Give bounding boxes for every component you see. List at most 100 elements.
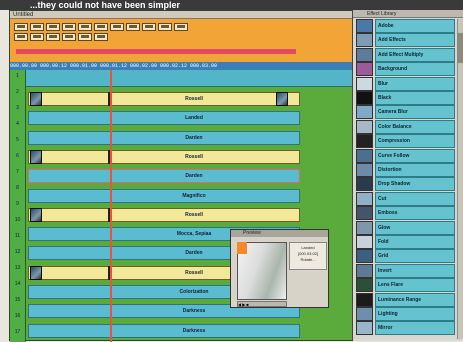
tool-icon: [97, 35, 105, 38]
effect-thumbnail-icon: [356, 220, 373, 235]
toolbar-tool-button[interactable]: [46, 23, 60, 31]
effect-library-item[interactable]: Emboss: [356, 206, 456, 221]
toolbar-tool-button[interactable]: [158, 23, 172, 31]
playhead[interactable]: [110, 70, 112, 342]
row-number: 7: [16, 169, 19, 175]
effect-library-item[interactable]: Color Balance: [356, 119, 456, 135]
effect-library-item-label: Blur: [375, 76, 455, 91]
timeline-window: Untitled 000.00.00 000.00.12 000.01.00 0…: [9, 10, 353, 342]
effect-library-item[interactable]: Adobe: [356, 19, 456, 34]
timeline-track[interactable]: Magnifico: [28, 188, 300, 203]
effect-library-item[interactable]: Fold: [356, 235, 456, 250]
row-number: 14: [14, 281, 21, 287]
timeline-track[interactable]: Rossell: [28, 149, 300, 164]
effect-thumbnail-icon: [356, 206, 373, 221]
timeline-track[interactable]: Landed: [28, 111, 300, 126]
toolbar-tool-button[interactable]: [14, 33, 28, 41]
row-number: 5: [16, 137, 19, 143]
toolbar: [10, 19, 352, 62]
timeline-track[interactable]: Darkness: [28, 323, 300, 338]
effect-library-item[interactable]: Cut: [356, 191, 456, 207]
toolbar-tool-button[interactable]: [14, 23, 28, 31]
effect-library-item[interactable]: Background: [356, 62, 456, 77]
timeline-track[interactable]: Darden: [28, 130, 300, 145]
effect-library-item[interactable]: Lighting: [356, 307, 456, 322]
preview-controls[interactable]: ◀ ▶ ■: [237, 301, 287, 307]
tool-icon: [17, 25, 25, 28]
effect-library-item[interactable]: Mirror: [356, 321, 456, 336]
clip-thumbnail[interactable]: [30, 207, 42, 222]
effect-library-item[interactable]: Lens Flare: [356, 278, 456, 293]
effect-thumbnail-icon: [356, 292, 373, 307]
preview-window: Preview Landed [000.03.02] Rotate... ◀ ▶…: [230, 229, 329, 308]
effect-library-list: Adobe Add Effects Add Effect Multiply Backg…: [356, 19, 456, 339]
clip-thumbnail[interactable]: [276, 92, 288, 106]
effect-library-item-label: Black: [375, 91, 455, 105]
tool-icon: [129, 25, 137, 28]
toolbar-tool-button[interactable]: [30, 33, 44, 41]
track-clip-label: Rossell: [185, 211, 203, 218]
preview-title[interactable]: Preview: [231, 230, 328, 237]
effect-thumbnail-icon: [356, 191, 373, 206]
effect-library-item[interactable]: Blur: [356, 76, 456, 92]
timeline-progress-bar: [16, 49, 296, 54]
track-clip-label: Rossell: [185, 96, 203, 102]
effect-library-item[interactable]: Add Effect Multiply: [356, 47, 456, 63]
toolbar-tool-button[interactable]: [110, 23, 124, 31]
scrollbar-thumb[interactable]: [458, 33, 463, 63]
effect-library-item[interactable]: Black: [356, 91, 456, 106]
time-ruler[interactable]: 000.00.00 000.00.12 000.01.00 000.01.12 …: [10, 62, 352, 70]
effect-library-item[interactable]: Distortion: [356, 163, 456, 178]
effect-library-item[interactable]: Camera Blur: [356, 105, 456, 120]
timeline-track[interactable]: Rossell: [28, 207, 300, 222]
row-number-column: 1 2 3 4 5 6 7 8 9 10 11 12 13 14 15 16 17: [10, 70, 26, 342]
toolbar-tool-button[interactable]: [62, 33, 76, 41]
effect-library-item-label: Mirror: [375, 321, 455, 336]
effect-thumbnail-icon: [356, 177, 373, 192]
clip-thumbnail[interactable]: [30, 149, 42, 164]
toolbar-tool-button[interactable]: [94, 23, 108, 31]
effect-library-item[interactable]: Compression: [356, 134, 456, 149]
toolbar-tool-button[interactable]: [126, 23, 140, 31]
preview-info-panel: Landed [000.03.02] Rotate...: [289, 242, 327, 270]
effect-library-scrollbar[interactable]: [457, 19, 463, 339]
effect-library-item[interactable]: Luminance Range: [356, 292, 456, 308]
toolbar-tool-button[interactable]: [78, 23, 92, 31]
track-clip-label: Darden: [185, 173, 203, 180]
effect-thumbnail-icon: [356, 321, 373, 336]
toolbar-tool-button[interactable]: [78, 33, 92, 41]
effect-library-item[interactable]: Invert: [356, 263, 456, 279]
effect-library-item[interactable]: Drop Shadow: [356, 177, 456, 192]
effect-thumbnail-icon: [356, 76, 373, 91]
effect-library-item[interactable]: Curve Follow: [356, 148, 456, 164]
effect-library-item-label: Emboss: [375, 206, 455, 221]
effect-library-item-label: Distortion: [375, 163, 455, 177]
clip-thumbnail[interactable]: [30, 92, 42, 106]
timeline-track[interactable]: Rossell: [28, 92, 300, 106]
toolbar-tool-button[interactable]: [142, 23, 156, 31]
tool-icon: [161, 25, 169, 28]
row-number: 4: [16, 121, 19, 127]
toolbar-tool-button[interactable]: [174, 23, 188, 31]
effect-library-item-label: Grid: [375, 249, 455, 264]
effect-library-item[interactable]: Add Effects: [356, 33, 456, 48]
tool-icon: [49, 35, 57, 38]
timeline-window-title[interactable]: Untitled: [10, 11, 352, 19]
effect-thumbnail-icon: [356, 278, 373, 293]
toolbar-tool-button[interactable]: [94, 33, 108, 41]
effect-library-item[interactable]: Glow: [356, 220, 456, 236]
toolbar-tool-button[interactable]: [30, 23, 44, 31]
row-number: 11: [14, 233, 21, 239]
clip-thumbnail[interactable]: [30, 265, 42, 280]
page-banner: ...they could not have been simpler: [0, 0, 463, 10]
effect-thumbnail-icon: [356, 105, 373, 120]
effect-library-item[interactable]: Grid: [356, 249, 456, 264]
track-clip-label: Darden: [185, 250, 203, 257]
toolbar-tool-button[interactable]: [46, 33, 60, 41]
timeline-track[interactable]: Darden: [28, 169, 300, 184]
effect-library-item-label: Background: [375, 62, 455, 77]
tool-icon: [81, 35, 89, 38]
toolbar-tool-button[interactable]: [62, 23, 76, 31]
effect-library-item-label: Compression: [375, 134, 455, 149]
effect-library-title[interactable]: Effect Library: [353, 10, 463, 18]
